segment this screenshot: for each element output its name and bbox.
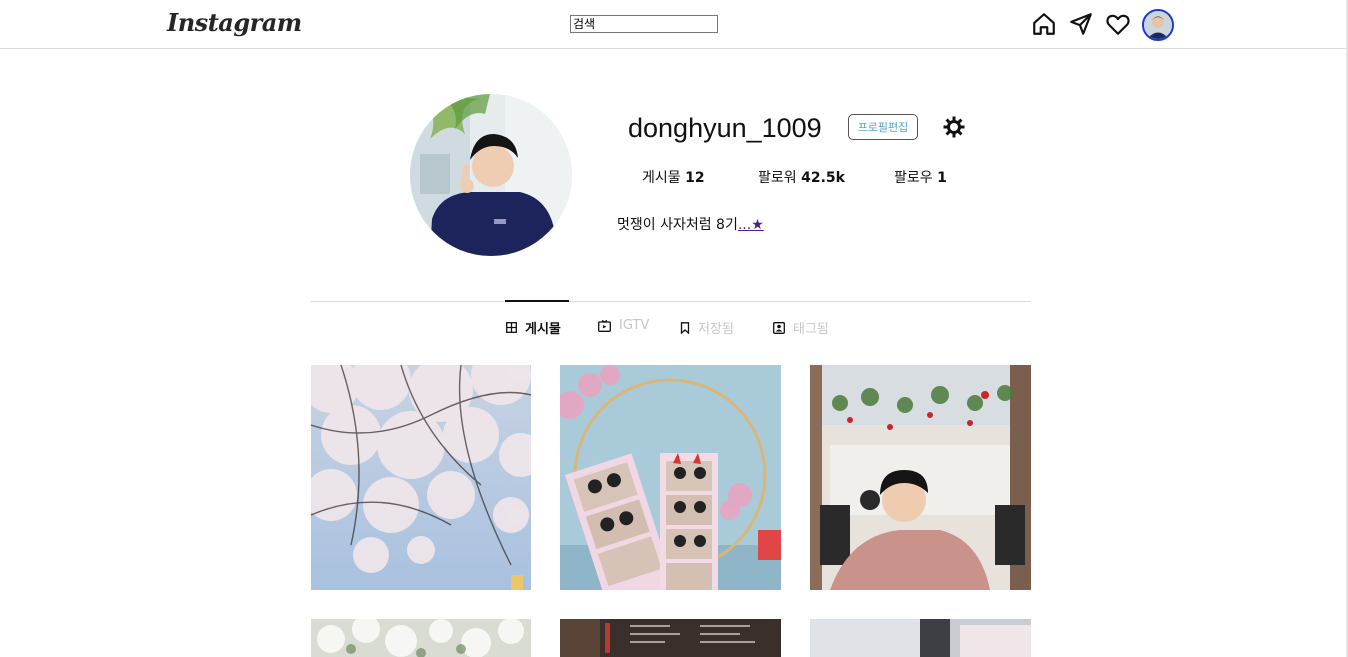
tab-igtv[interactable]: IGTV xyxy=(598,318,649,333)
post-thumbnail[interactable] xyxy=(560,619,781,657)
post-thumbnail[interactable] xyxy=(810,619,1031,657)
tab-label: 태그됨 xyxy=(793,322,829,337)
bio-more-link[interactable]: ...★ xyxy=(738,217,764,233)
instagram-logo[interactable]: Instagram xyxy=(167,8,302,37)
posts-stat[interactable]: 게시물 12 xyxy=(642,167,705,187)
followers-count: 42.5k xyxy=(801,170,845,186)
profile-picture[interactable] xyxy=(410,94,572,256)
tab-saved[interactable]: 저장됨 xyxy=(680,318,734,337)
tab-label: IGTV xyxy=(619,318,650,333)
gear-icon[interactable] xyxy=(942,115,966,139)
profile-bio: 멋쟁이 사자처럼 8기...★ xyxy=(617,214,764,234)
tag-icon xyxy=(773,321,785,334)
post-thumbnail[interactable] xyxy=(810,365,1031,590)
grid-icon xyxy=(506,322,517,333)
post-thumbnail[interactable] xyxy=(560,365,781,590)
post-thumbnail[interactable] xyxy=(311,619,531,657)
avatar-image xyxy=(1144,11,1172,39)
tab-label: 저장됨 xyxy=(698,322,734,337)
following-label: 팔로우 xyxy=(894,170,933,186)
cherry-blossom-photo xyxy=(311,365,531,590)
photo-booth-photo xyxy=(560,365,781,590)
top-nav: Instagram 검색 xyxy=(0,0,1346,49)
avatar[interactable] xyxy=(1142,9,1174,41)
followers-label: 팔로워 xyxy=(758,170,797,186)
flower-photo xyxy=(311,619,531,657)
following-count: 1 xyxy=(937,170,947,186)
edit-profile-button[interactable]: 프로필편집 xyxy=(848,114,918,140)
profile-photo xyxy=(410,94,572,256)
menu-board-photo xyxy=(560,619,781,657)
cafe-selfie-photo xyxy=(810,365,1031,590)
bookmark-icon xyxy=(680,321,690,334)
heart-icon[interactable] xyxy=(1105,11,1131,37)
posts-count: 12 xyxy=(685,170,705,186)
profile-username: donghyun_1009 xyxy=(628,113,822,143)
send-icon[interactable] xyxy=(1068,11,1094,37)
bio-text: 멋쟁이 사자처럼 8기 xyxy=(617,217,738,233)
tab-posts[interactable]: 게시물 xyxy=(506,318,561,337)
post-thumbnail[interactable] xyxy=(311,365,531,590)
search-input[interactable]: 검색 xyxy=(570,15,718,33)
tab-tagged[interactable]: 태그됨 xyxy=(773,318,829,337)
tab-label: 게시물 xyxy=(525,322,561,337)
home-icon[interactable] xyxy=(1031,11,1057,37)
tabs-divider xyxy=(311,301,1031,302)
followers-stat[interactable]: 팔로워 42.5k xyxy=(758,167,845,187)
interior-photo xyxy=(810,619,1031,657)
igtv-icon xyxy=(598,319,611,332)
posts-label: 게시물 xyxy=(642,170,681,186)
active-tab-indicator xyxy=(505,300,569,302)
following-stat[interactable]: 팔로우 1 xyxy=(894,167,947,187)
